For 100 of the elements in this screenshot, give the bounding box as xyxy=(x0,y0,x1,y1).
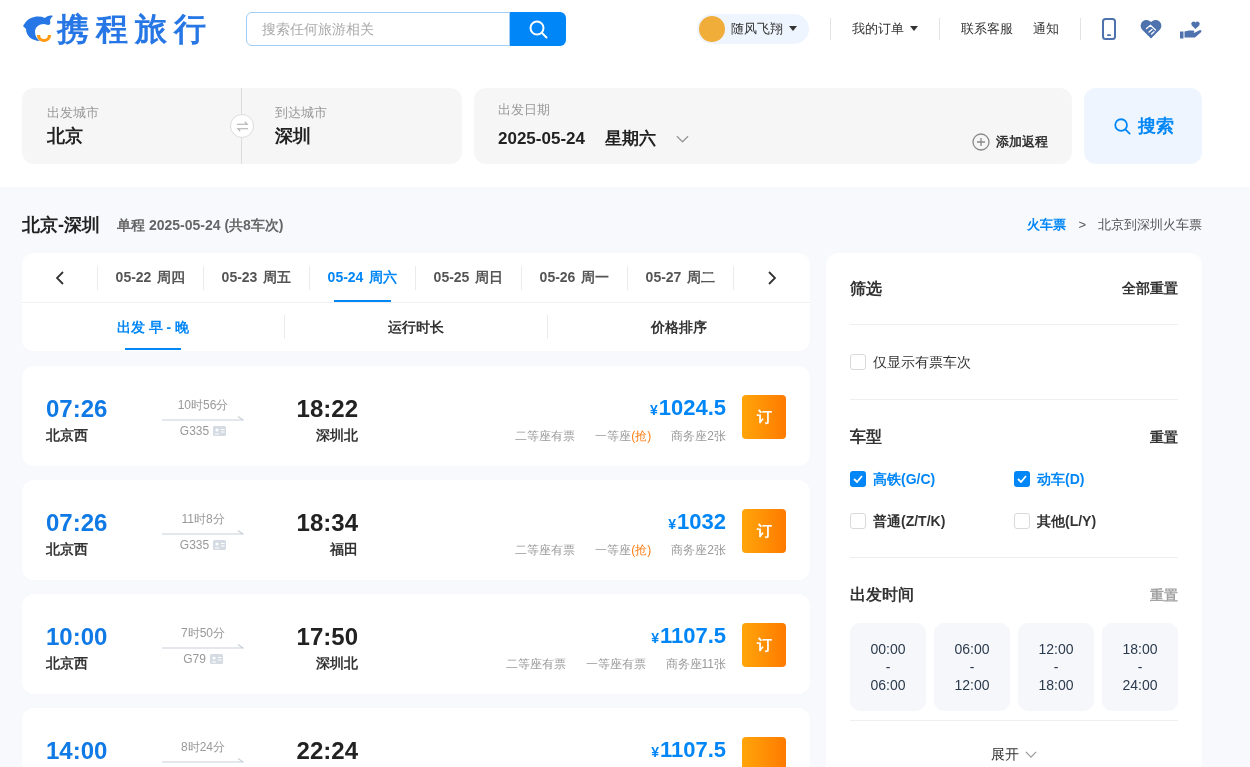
chevron-right-icon xyxy=(768,270,776,285)
sort-tab[interactable]: 价格排序 xyxy=(548,303,810,351)
section-title: 车型 xyxy=(850,427,882,447)
field-value: 深圳 xyxy=(275,125,311,148)
search-icon xyxy=(1112,117,1131,135)
chevron-down-icon xyxy=(675,135,689,143)
price: ¥1107.5 xyxy=(651,622,726,650)
breadcrumb-current: 北京到深圳火车票 xyxy=(1098,216,1202,235)
departure-time: 07:26 xyxy=(46,395,108,423)
sort-tab[interactable]: 运行时长 xyxy=(285,303,547,351)
checkbox-option[interactable]: 仅显示有票车次 xyxy=(850,351,971,373)
route-summary: 单程 2025-05-24 (共8车次) xyxy=(117,215,284,235)
checkbox-option[interactable]: 其他(L/Y) xyxy=(1014,510,1097,532)
date-tab[interactable]: 05-26 周一 xyxy=(522,253,627,302)
date-tab[interactable]: 05-23 周五 xyxy=(204,253,309,302)
field-label: 到达城市 xyxy=(275,104,327,122)
id-card-icon xyxy=(213,540,227,550)
add-return-button[interactable]: 添加返程 xyxy=(972,132,1048,152)
departure-time: 07:26 xyxy=(46,509,108,537)
seat-availability: 一等座有票 xyxy=(585,656,646,673)
arrival-city-field[interactable]: 到达城市 深圳 xyxy=(242,88,462,164)
departure-station: 北京西 xyxy=(46,654,88,673)
duration: 8时24分 xyxy=(181,740,225,754)
checkbox-option[interactable]: 普通(Z/T/K) xyxy=(850,510,946,532)
section-title: 出发时间 xyxy=(850,585,914,605)
price: ¥1032 xyxy=(668,508,726,536)
checkbox[interactable] xyxy=(1014,513,1030,529)
duration: 10时56分 xyxy=(177,398,229,412)
price: ¥1024.5 xyxy=(649,394,726,422)
checkbox[interactable] xyxy=(1014,471,1030,487)
swap-icon xyxy=(235,120,249,132)
heart-handshake-icon[interactable] xyxy=(1140,18,1162,39)
date-tab[interactable]: 05-24 周六 xyxy=(310,253,415,302)
date-tab[interactable]: 05-27 周二 xyxy=(628,253,733,302)
duration: 7时50分 xyxy=(181,626,225,640)
arrival-time: 22:24 xyxy=(296,737,358,765)
departure-city-field[interactable]: 出发城市 北京 xyxy=(22,88,241,164)
field-label: 出发城市 xyxy=(47,104,99,122)
logo[interactable]: 携程旅行 xyxy=(22,10,213,47)
arrival-station: 深圳北 xyxy=(316,426,358,445)
arrival-station: 福田 xyxy=(330,540,358,559)
chevron-left-icon xyxy=(55,270,64,285)
field-label: 出发日期 xyxy=(498,101,550,119)
seat-availability: 二等座有票 xyxy=(515,542,576,559)
plus-circle-icon xyxy=(972,133,990,151)
date-tab[interactable]: 05-25 周日 xyxy=(416,253,521,302)
seat-availability: 一等座(抢) xyxy=(595,428,652,445)
departure-station: 北京西 xyxy=(46,426,88,445)
checkmark-icon xyxy=(1017,475,1027,483)
search-button[interactable] xyxy=(510,11,566,46)
time-slot-button[interactable]: 18:00 - 24:00 xyxy=(1102,623,1178,711)
id-card-icon xyxy=(213,426,227,436)
orders-menu-button[interactable]: 我的订单 xyxy=(852,18,918,39)
seat-availability: 一等座(抢) xyxy=(595,542,652,559)
duration: 11时8分 xyxy=(181,512,225,526)
nav-link[interactable]: 联系客服 xyxy=(961,18,1013,39)
user-menu-button[interactable]: 随风飞翔 xyxy=(697,13,809,44)
caret-icon xyxy=(910,26,918,31)
date-tab[interactable]: 05-22 周四 xyxy=(98,253,203,302)
time-slot-button[interactable]: 06:00 - 12:00 xyxy=(934,623,1010,711)
avatar xyxy=(699,15,725,42)
time-slot-button[interactable]: 12:00 - 18:00 xyxy=(1018,623,1094,711)
date-field[interactable]: 出发日期 2025-05-24 星期六 添加返程 xyxy=(474,88,1072,164)
breadcrumb-link[interactable]: 火车票 xyxy=(1027,215,1067,235)
reset-all-button[interactable]: 全部重置 xyxy=(1122,278,1178,299)
search-icon xyxy=(528,18,548,39)
phone-icon[interactable] xyxy=(1102,17,1116,40)
seat-availability: 商务座11张 xyxy=(665,656,726,673)
nav-link[interactable]: 通知 xyxy=(1033,18,1059,39)
arrival-time: 17:50 xyxy=(296,623,358,651)
caret-icon xyxy=(789,26,797,31)
route-title: 北京-深圳 xyxy=(22,213,100,237)
arrival-time: 18:22 xyxy=(296,395,358,423)
reset-button[interactable]: 重置 xyxy=(1150,426,1178,448)
chevron-down-icon xyxy=(1025,751,1037,758)
breadcrumb-separator: > xyxy=(1078,216,1086,235)
arrival-station: 深圳北 xyxy=(316,654,358,673)
sort-tab[interactable]: 出发 早 - 晚 xyxy=(22,303,284,351)
departure-time: 10:00 xyxy=(46,623,108,651)
price: ¥1107.5 xyxy=(651,736,726,764)
seat-availability: 二等座有票 xyxy=(505,656,566,673)
seat-availability: 商务座2张 xyxy=(671,428,726,445)
time-slot-button[interactable]: 00:00 - 06:00 xyxy=(850,623,926,711)
date-value: 2025-05-24 xyxy=(498,128,585,151)
train-number: G79 xyxy=(183,652,206,666)
checkbox-option[interactable]: 高铁(G/C) xyxy=(850,468,936,490)
train-number: G335 xyxy=(179,424,210,438)
filter-title: 筛选 xyxy=(850,278,882,299)
checkbox-option[interactable]: 动车(D) xyxy=(1014,468,1085,490)
train-number: G335 xyxy=(179,538,210,552)
departure-time: 14:00 xyxy=(46,737,108,765)
departure-station: 北京西 xyxy=(46,540,88,559)
checkbox[interactable] xyxy=(850,471,866,487)
checkbox[interactable] xyxy=(850,354,866,370)
id-card-icon xyxy=(209,654,223,664)
field-value: 北京 xyxy=(47,125,83,148)
search-field[interactable]: 搜索任何旅游相关 xyxy=(246,11,510,46)
checkbox[interactable] xyxy=(850,513,866,529)
expand-button[interactable]: 展开 xyxy=(991,744,1037,765)
arrival-time: 18:34 xyxy=(296,509,358,537)
